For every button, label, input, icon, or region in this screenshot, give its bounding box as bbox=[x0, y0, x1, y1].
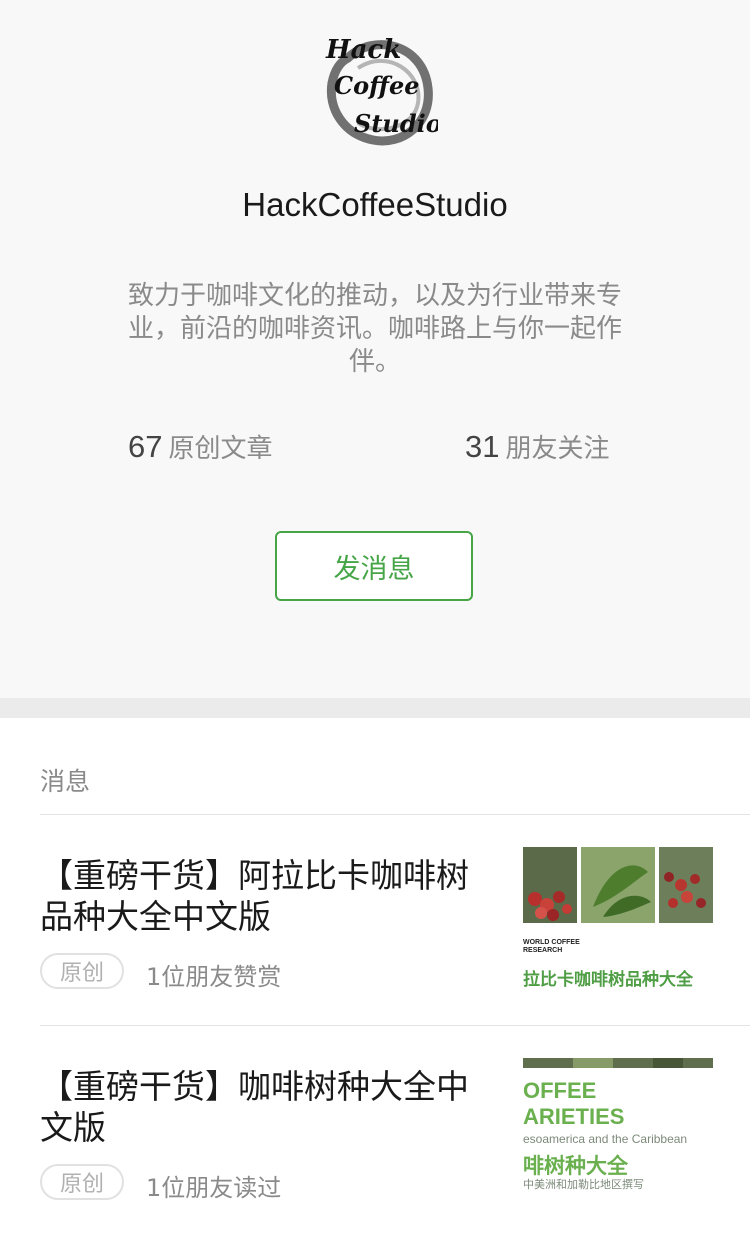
messages-section-title: 消息 bbox=[40, 767, 91, 796]
studio-logo: Hack Coffee Studio bbox=[318, 28, 442, 150]
article-title: 【重磅干货】咖啡树种大全中文版 bbox=[40, 1067, 469, 1147]
bio-line: 伴。 bbox=[348, 347, 401, 377]
article-thumbnail: WORLD COFFEE RESEARCH 拉比卡咖啡树品种大全 bbox=[523, 847, 713, 997]
original-articles-label: 原创文章 bbox=[168, 434, 273, 464]
send-message-button[interactable]: 发消息 bbox=[275, 531, 473, 601]
bio-line: 致力于咖啡文化的推动，以及为行业带来专 bbox=[127, 281, 622, 311]
section-separator bbox=[0, 698, 750, 718]
article-title: 【重磅干货】阿拉比卡咖啡树品种大全中文版 bbox=[40, 856, 469, 936]
messages-section: 消息 【重磅干货】阿拉比卡咖啡树品种大全中文版 原创 1位朋友赞赏 WORLD … bbox=[0, 718, 750, 1208]
original-badge: 原创 bbox=[40, 953, 124, 989]
friends-follow-count: 31 bbox=[465, 429, 500, 464]
friends-follow-stat[interactable]: 31 朋友关注 bbox=[465, 428, 610, 465]
profile-header: Hack Coffee Studio HackCoffeeStudio 致力于咖… bbox=[0, 0, 750, 698]
friends-follow-label: 朋友关注 bbox=[505, 434, 610, 464]
logo-text-hack: Hack bbox=[325, 35, 401, 65]
article-thumbnail: OFFEE ARIETIES esoamerica and the Caribb… bbox=[523, 1058, 713, 1208]
account-name: HackCoffeeStudio bbox=[242, 186, 508, 223]
original-articles-stat[interactable]: 67 原创文章 bbox=[128, 428, 273, 465]
original-articles-count: 67 bbox=[128, 429, 163, 464]
article-item[interactable]: 【重磅干货】咖啡树种大全中文版 原创 1位朋友读过 OFFEE ARIETIES… bbox=[0, 1026, 750, 1236]
article-meta: 1位朋友赞赏 bbox=[146, 963, 282, 991]
bio-line: 业，前沿的咖啡资讯。咖啡路上与你一起作 bbox=[127, 314, 622, 344]
original-badge: 原创 bbox=[40, 1164, 124, 1200]
account-bio: 致力于咖啡文化的推动，以及为行业带来专 业，前沿的咖啡资讯。咖啡路上与你一起作 … bbox=[100, 280, 650, 379]
thumbnail-brand: WORLD COFFEE RESEARCH bbox=[523, 939, 580, 954]
thumbnail-cn-subtitle: 中美洲和加勒比地区撰写 bbox=[523, 1179, 644, 1191]
thumbnail-title-line: ARIETIES bbox=[523, 1104, 625, 1129]
logo-text-studio: Studio bbox=[354, 109, 438, 138]
article-item[interactable]: 【重磅干货】阿拉比卡咖啡树品种大全中文版 原创 1位朋友赞赏 WORLD COF… bbox=[0, 815, 750, 1025]
logo-text-coffee: Coffee bbox=[334, 71, 420, 100]
article-meta: 1位朋友读过 bbox=[146, 1174, 282, 1202]
thumbnail-title-line: OFFEE bbox=[523, 1078, 597, 1103]
thumbnail-caption: 拉比卡咖啡树品种大全 bbox=[523, 970, 693, 990]
thumbnail-subtitle: esoamerica and the Caribbean bbox=[523, 1132, 688, 1146]
